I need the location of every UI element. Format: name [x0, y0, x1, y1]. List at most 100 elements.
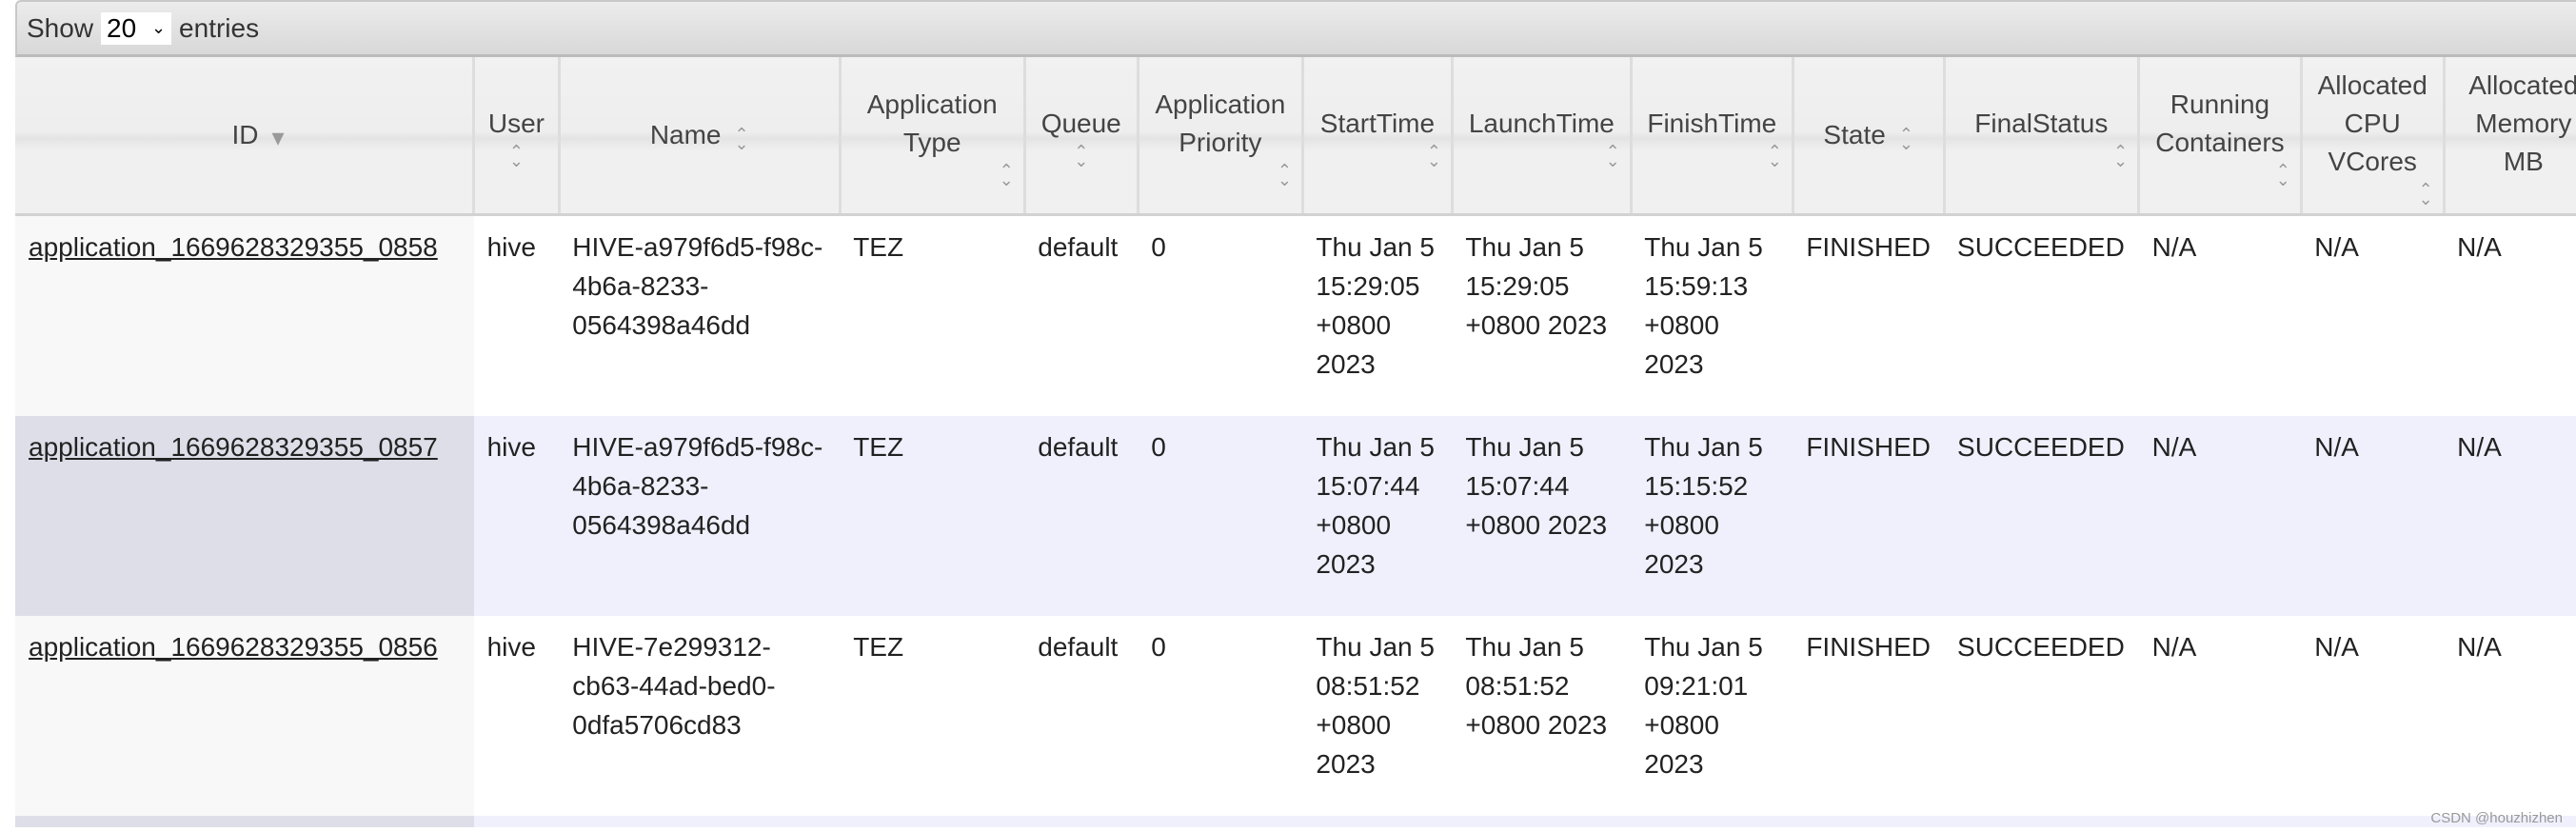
cell-application-priority: 0: [1138, 214, 1303, 416]
sort-both-icon: ⌃⌄: [1767, 142, 1782, 170]
column-header-id[interactable]: ID ▾: [15, 57, 476, 216]
cell-state: FINISHED: [1793, 214, 1945, 416]
sort-both-icon: ⌃⌄: [1605, 142, 1620, 170]
cell-running-containers: N/A: [2138, 214, 2302, 416]
column-header-label: Queue: [1040, 109, 1121, 138]
cell-allocated-memory-mb: N/A: [2444, 416, 2576, 616]
column-header-label: State: [1823, 120, 1886, 149]
table-row: application_1669628329355_0858 hive HIVE-a…: [15, 214, 2576, 416]
table-body: application_1669628329355_0858 hive HIVE-a…: [15, 214, 2576, 827]
cell-user: hive: [473, 416, 560, 616]
column-header-label: StartTime: [1319, 109, 1436, 138]
cell-queue: default: [1024, 416, 1139, 616]
cell-partial: [1944, 816, 2139, 827]
applications-table-wrapper: Show 20 ⌄ entries ID ▾ User ⌃ ⌄ Name ⌃ ⌄ Applica…: [15, 0, 2576, 827]
sort-both-icon: ⌃⌄: [1277, 161, 1292, 189]
table-toolbar: Show 20 ⌄ entries: [15, 0, 2576, 57]
sort-both-icon: ⌃⌄: [2455, 181, 2576, 204]
cell-application-type: TEZ: [840, 416, 1025, 616]
cell-starttime: Thu Jan 5 15:29:05 +0800 2023: [1302, 214, 1453, 416]
column-header-label: ID: [231, 120, 259, 149]
cell-starttime: Thu Jan 5 08:51:52 +0800 2023: [1302, 616, 1453, 816]
cell-finalstatus: SUCCEEDED: [1944, 214, 2139, 416]
sort-both-icon: ⌃⌄: [1426, 142, 1441, 170]
application-id-link[interactable]: application_1669628329355_0858: [29, 232, 438, 262]
cell-finishtime: Thu Jan 5 09:21:01 +0800 2023: [1631, 616, 1793, 816]
cell-partial: [1138, 816, 1303, 827]
cell-name: HIVE-a979f6d5-f98c-4b6a-8233-0564398a46d…: [559, 416, 841, 616]
sort-both-icon: ⌃⌄: [508, 142, 524, 170]
column-header-starttime[interactable]: StartTime ⌃ ⌄: [1302, 57, 1454, 216]
show-label: Show: [27, 12, 94, 43]
cell-allocated-memory-mb: N/A: [2444, 616, 2576, 816]
table-row-partial: [15, 816, 2576, 827]
column-header-name[interactable]: Name ⌃ ⌄: [559, 57, 842, 216]
sort-both-icon: ⌃⌄: [999, 161, 1014, 189]
cell-application-priority: 0: [1138, 416, 1303, 616]
column-header-running-containers[interactable]: Running Containers ⌃ ⌄: [2138, 57, 2303, 216]
column-header-launchtime[interactable]: LaunchTime ⌃ ⌄: [1452, 57, 1633, 216]
cell-application-type: TEZ: [840, 214, 1025, 416]
column-header-user[interactable]: User ⌃ ⌄: [473, 57, 561, 216]
cell-state: FINISHED: [1793, 616, 1945, 816]
cell-queue: default: [1024, 616, 1139, 816]
entries-per-page-select[interactable]: 20 ⌄: [101, 11, 172, 45]
column-header-label: Running Containers: [2155, 89, 2285, 157]
sort-both-icon: ⌃⌄: [1074, 142, 1089, 170]
sort-both-icon: ⌃⌄: [734, 124, 749, 153]
cell-partial: [559, 816, 841, 827]
column-header-state[interactable]: State ⌃ ⌄: [1793, 57, 1946, 216]
column-header-label: Application Priority: [1155, 89, 1286, 157]
cell-queue: default: [1024, 214, 1139, 416]
column-header-label: FinalStatus: [1974, 109, 2109, 138]
cell-finishtime: Thu Jan 5 15:15:52 +0800 2023: [1631, 416, 1793, 616]
column-header-finalstatus[interactable]: FinalStatus ⌃ ⌄: [1944, 57, 2141, 216]
cell-partial: [1302, 816, 1453, 827]
cell-partial: [2138, 816, 2302, 827]
column-header-finishtime[interactable]: FinishTime ⌃ ⌄: [1631, 57, 1794, 216]
cell-finalstatus: SUCCEEDED: [1944, 616, 2139, 816]
cell-launchtime: Thu Jan 5 08:51:52 +0800 2023: [1452, 616, 1632, 816]
cell-partial: [840, 816, 1025, 827]
cell-running-containers: N/A: [2138, 416, 2302, 616]
cell-application-priority: 0: [1138, 616, 1303, 816]
cell-state: FINISHED: [1793, 416, 1945, 616]
cell-finalstatus: SUCCEEDED: [1944, 416, 2139, 616]
column-header-queue[interactable]: Queue ⌃ ⌄: [1024, 57, 1139, 216]
cell-partial: [1452, 816, 1632, 827]
cell-partial: [473, 816, 560, 827]
column-header-label: Name: [649, 120, 722, 149]
table-row: application_1669628329355_0857 hive HIVE-a…: [15, 416, 2576, 616]
cell-partial: [15, 816, 474, 827]
cell-id: application_1669628329355_0857: [15, 416, 474, 616]
cell-starttime: Thu Jan 5 15:07:44 +0800 2023: [1302, 416, 1453, 616]
application-id-link[interactable]: application_1669628329355_0857: [29, 432, 438, 462]
cell-user: hive: [473, 214, 560, 416]
chevron-down-icon: ⌄: [150, 18, 167, 37]
column-header-application-type[interactable]: Application Type ⌃ ⌄: [840, 57, 1026, 216]
cell-name: HIVE-7e299312-cb63-44ad-bed0-0dfa5706cd8…: [559, 616, 841, 816]
sort-both-icon: ⌃⌄: [1898, 124, 1913, 153]
table-row: application_1669628329355_0856 hive HIVE-7…: [15, 616, 2576, 816]
cell-name: HIVE-a979f6d5-f98c-4b6a-8233-0564398a46d…: [559, 214, 841, 416]
application-id-link[interactable]: application_1669628329355_0856: [29, 632, 438, 662]
sort-both-icon: ⌃⌄: [2418, 180, 2433, 208]
cell-allocated-memory-mb: N/A: [2444, 214, 2576, 416]
cell-allocated-cpu-vcores: N/A: [2301, 214, 2445, 416]
cell-partial: [1793, 816, 1945, 827]
column-header-label: Application Type: [866, 89, 998, 157]
cell-allocated-cpu-vcores: N/A: [2301, 416, 2445, 616]
cell-launchtime: Thu Jan 5 15:29:05 +0800 2023: [1452, 214, 1632, 416]
cell-application-type: TEZ: [840, 616, 1025, 816]
column-header-allocated-cpu-vcores[interactable]: Allocated CPU VCores ⌃ ⌄: [2301, 57, 2446, 216]
column-header-application-priority[interactable]: Application Priority ⌃ ⌄: [1138, 57, 1304, 216]
column-header-allocated-memory-mb[interactable]: Allocated Memory MB ⌃⌄: [2444, 57, 2576, 216]
cell-id: application_1669628329355_0858: [15, 214, 474, 416]
cell-finishtime: Thu Jan 5 15:59:13 +0800 2023: [1631, 214, 1793, 416]
entries-label: entries: [179, 12, 260, 43]
cell-allocated-cpu-vcores: N/A: [2301, 616, 2445, 816]
column-header-label: User: [487, 109, 545, 138]
cell-partial: [2301, 816, 2445, 827]
cell-partial: [1024, 816, 1139, 827]
sort-both-icon: ⌃⌄: [2275, 161, 2290, 189]
